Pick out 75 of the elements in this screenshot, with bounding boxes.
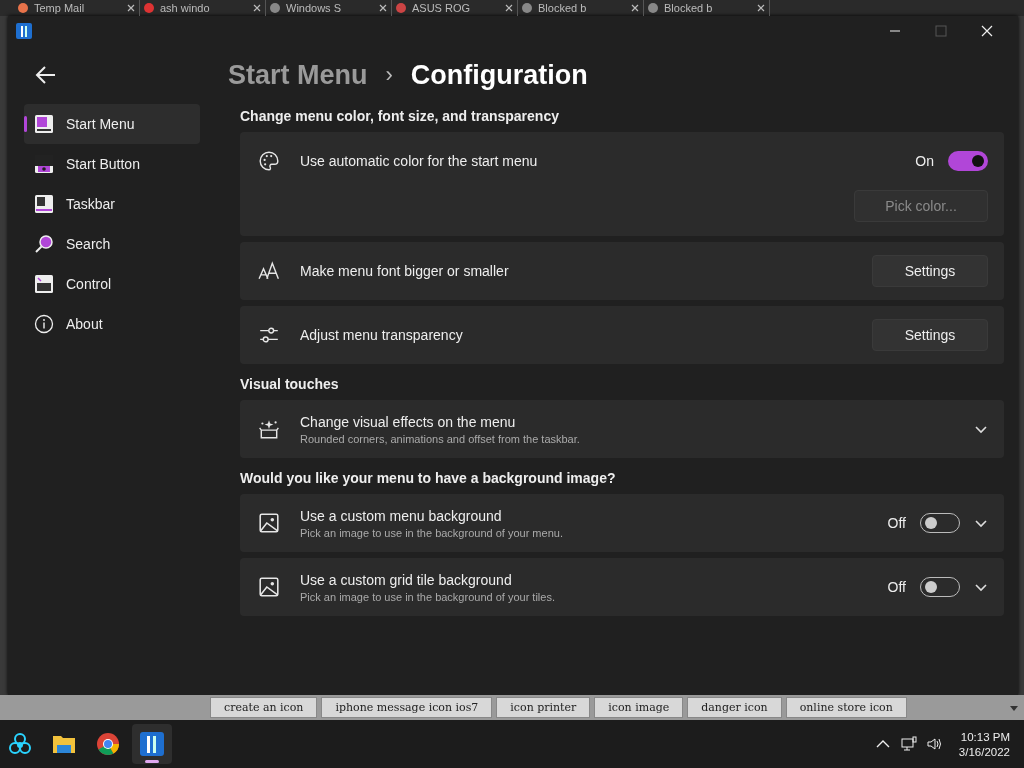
favicon-icon (144, 3, 154, 13)
breadcrumb-link[interactable]: Start Menu (228, 59, 368, 91)
setting-title: Adjust menu transparency (300, 327, 464, 343)
menu-window-icon (34, 114, 54, 134)
image-icon (258, 576, 280, 598)
setting-title: Use automatic color for the start menu (300, 153, 539, 169)
sidebar-item[interactable]: Start Button (24, 144, 200, 184)
favicon-icon (648, 3, 658, 13)
settings-button[interactable]: Settings (872, 255, 988, 287)
toggle-switch[interactable] (948, 151, 988, 171)
close-icon[interactable] (127, 4, 135, 12)
setting-title: Change visual effects on the menu (300, 413, 517, 430)
browser-tab[interactable]: ash windo (160, 2, 210, 14)
setting-title: Use a custom menu background (300, 507, 503, 524)
search-suggestion[interactable]: iphone message icon ios7 (321, 697, 493, 718)
browser-tab[interactable]: ASUS ROG (412, 2, 471, 14)
app-icon (139, 731, 165, 757)
clock-time[interactable]: 10:13 PM (960, 730, 1010, 743)
close-icon[interactable] (757, 4, 765, 12)
sidebar-item[interactable]: Control (24, 264, 200, 304)
page-title: Configuration (410, 59, 588, 91)
close-icon[interactable] (379, 4, 387, 12)
section-heading: Change menu color, font size, and transparency (240, 108, 560, 124)
taskbar-window-icon (34, 194, 54, 214)
sidebar-label: Start Button (66, 156, 140, 172)
caret-icon[interactable] (1010, 703, 1018, 712)
info-icon (34, 314, 54, 334)
taskbar-app[interactable] (132, 724, 172, 764)
sidebar-label: Search (66, 236, 111, 252)
toggle-label: On (915, 153, 934, 169)
sidebar-item[interactable]: Taskbar (24, 184, 200, 224)
setting-title: Use a custom grid tile background (300, 571, 513, 588)
sidebar-label: Control (66, 276, 112, 292)
settings-button[interactable]: Settings (872, 319, 988, 351)
section-heading: Visual touches (240, 376, 340, 392)
close-icon[interactable] (505, 4, 513, 12)
clock-date[interactable]: 3/16/2022 (958, 745, 1010, 758)
setting-description: Pick an image to use in the background of your menu. (300, 526, 564, 539)
favicon-icon (396, 3, 406, 13)
browser-tab[interactable]: Blocked b (664, 2, 713, 14)
volume-icon[interactable] (926, 736, 943, 752)
search-icon (34, 234, 54, 254)
search-suggestion[interactable]: online store icon (785, 697, 907, 718)
search-suggestion[interactable]: create an icon (210, 697, 318, 718)
network-icon[interactable] (900, 736, 917, 752)
favicon-icon (18, 3, 28, 13)
search-suggestion[interactable]: icon printer (496, 697, 591, 718)
browser-tab[interactable]: Windows S (286, 2, 342, 14)
search-suggestion[interactable]: danger icon (687, 697, 782, 718)
sidebar-label: Start Menu (66, 116, 135, 132)
sidebar-item[interactable]: Search (24, 224, 200, 264)
browser-tab[interactable]: Temp Mail (34, 2, 85, 14)
toggle-label: Off (887, 515, 906, 531)
image-icon (258, 512, 280, 534)
setting-description: Rounded corners, animations and offset from the taskbar. (300, 432, 581, 445)
setting-title: Make menu font bigger or smaller (300, 263, 510, 279)
section-heading: Would you like your menu to have a background image? (240, 470, 617, 486)
sidebar-label: About (66, 316, 103, 332)
palette-icon (258, 150, 280, 172)
browser-icon (95, 731, 121, 757)
close-icon[interactable] (631, 4, 639, 12)
sidebar-label: Taskbar (66, 196, 116, 212)
toggle-label: Off (887, 579, 906, 595)
sparkle-icon (258, 418, 280, 440)
close-icon[interactable] (253, 4, 261, 12)
favicon-icon (522, 3, 532, 13)
browser-tab[interactable]: Blocked b (538, 2, 587, 14)
favicon-icon (270, 3, 280, 13)
setting-description: Pick an image to use in the background of your tiles. (300, 590, 556, 603)
app-icon (16, 23, 32, 39)
font-size-icon (258, 260, 280, 282)
sidebar-item[interactable]: Start Menu (24, 104, 200, 144)
breadcrumb-separator: › (385, 62, 393, 88)
search-suggestion[interactable]: icon image (594, 697, 684, 718)
sidebar-item[interactable]: About (24, 304, 200, 344)
